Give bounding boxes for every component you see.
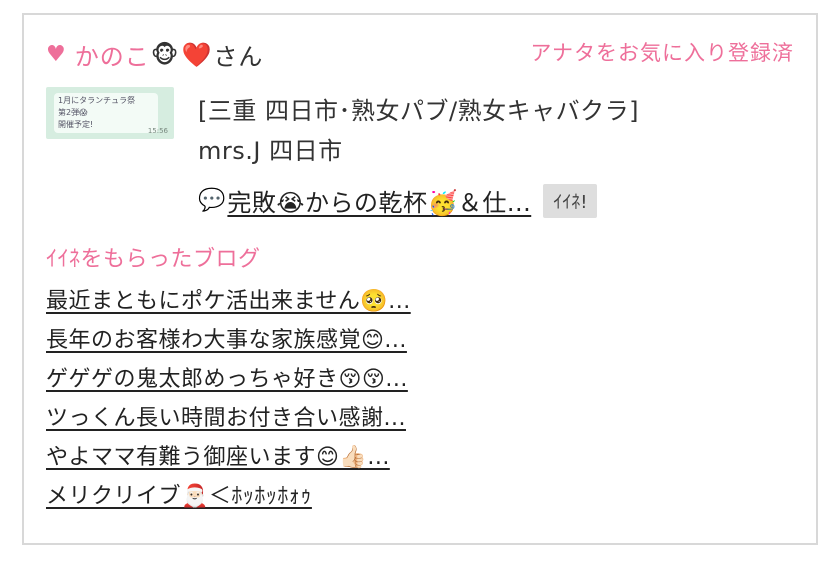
list-item: やよママ有難う御座います😊👍🏻...: [46, 439, 411, 478]
heart-icon: ♥: [46, 42, 67, 67]
blog-link[interactable]: メリクリイブ🎅🏻＜ﾎｯﾎｯﾎｫｩ: [46, 484, 312, 509]
blog-link[interactable]: 最近まともにポケ活出来ません🥺...: [46, 289, 411, 314]
thumbnail-timestamp: 15:56: [147, 127, 168, 135]
honorific-suffix: さん: [213, 43, 264, 71]
thumbnail-text-line: 第2弾😱: [58, 108, 88, 117]
post-title-link[interactable]: 完敗😭からの乾杯🥳＆仕...: [227, 183, 531, 218]
user-name-link[interactable]: かのこ: [75, 37, 150, 72]
liked-blogs-list: 最近まともにポケ活出来ません🥺... 長年のお客様わ大事な家族感覚😊... ゲゲ…: [46, 283, 411, 517]
blog-link[interactable]: ゲゲゲの鬼太郎めっちゃ好き😚😚...: [46, 367, 408, 392]
user-name-row: ♥ かのこ 🐵 ❤️ さん: [46, 37, 263, 72]
profile-card: ♥ かのこ 🐵 ❤️ さん アナタをお気に入り登録済 1月にタランチュラ祭 第2…: [22, 13, 818, 545]
red-heart-emoji-icon: ❤️: [181, 40, 213, 69]
list-item: メリクリイブ🎅🏻＜ﾎｯﾎｯﾎｫｩ: [46, 478, 411, 517]
speech-bubble-icon: 💬: [198, 188, 226, 213]
favorite-status-label: アナタをお気に入り登録済: [530, 41, 794, 65]
monkey-emoji-icon: 🐵: [150, 40, 180, 69]
list-item: 最近まともにポケ活出来ません🥺...: [46, 283, 411, 322]
shop-name: mrs.J 四日市: [198, 137, 343, 165]
liked-blogs-heading: ｲｲﾈをもらったブログ: [46, 247, 261, 272]
blog-link[interactable]: ツっくん長い時間お付き合い感謝...: [46, 406, 406, 431]
blog-link[interactable]: やよママ有難う御座います😊👍🏻...: [46, 445, 390, 470]
shop-category: [三重 四日市･熟女パブ/熟女キャバクラ]: [198, 97, 639, 125]
post-thumbnail[interactable]: 1月にタランチュラ祭 第2弾😱 開催予定! 15:56: [46, 87, 174, 139]
list-item: ゲゲゲの鬼太郎めっちゃ好き😚😚...: [46, 361, 411, 400]
latest-post-row: 💬 完敗😭からの乾杯🥳＆仕... ｲｲﾈ!: [198, 183, 598, 218]
thumbnail-chat-bubble: 1月にタランチュラ祭 第2弾😱 開催予定!: [54, 93, 158, 133]
thumbnail-text-line: 1月にタランチュラ祭: [58, 96, 136, 105]
list-item: ツっくん長い時間お付き合い感謝...: [46, 400, 411, 439]
list-item: 長年のお客様わ大事な家族感覚😊...: [46, 322, 411, 361]
iine-button[interactable]: ｲｲﾈ!: [543, 183, 598, 218]
thumbnail-text-line: 開催予定!: [58, 120, 94, 129]
blog-link[interactable]: 長年のお客様わ大事な家族感覚😊...: [46, 328, 407, 353]
